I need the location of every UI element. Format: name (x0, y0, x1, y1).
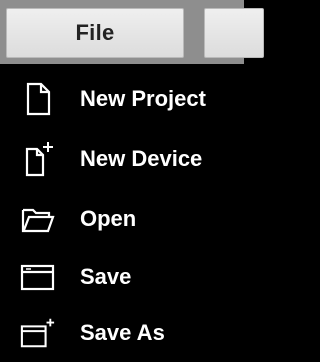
file-dropdown-menu: New Project New Device Open Save Save As (0, 64, 244, 354)
menu-item-save-as[interactable]: Save As (0, 304, 244, 362)
menu-item-label: Open (80, 206, 137, 231)
menu-item-open[interactable]: Open (0, 190, 244, 248)
menu-item-label: New Device (80, 146, 203, 171)
new-project-icon (20, 81, 56, 117)
menu-item-label: New Project (80, 86, 206, 111)
file-menu-label: File (75, 20, 115, 45)
next-menu-tab[interactable] (204, 8, 264, 58)
save-as-window-icon (20, 315, 56, 351)
new-device-icon (20, 141, 56, 177)
menu-item-new-device[interactable]: New Device (0, 130, 244, 188)
menu-bar: File (0, 0, 264, 64)
menu-item-save[interactable]: Save (0, 248, 244, 306)
folder-open-icon (20, 201, 56, 237)
save-window-icon (20, 259, 56, 295)
menu-item-label: Save (80, 264, 132, 289)
menu-item-label: Save As (80, 320, 165, 345)
menu-item-new-project[interactable]: New Project (0, 70, 244, 128)
file-menu-tab[interactable]: File (6, 8, 184, 58)
